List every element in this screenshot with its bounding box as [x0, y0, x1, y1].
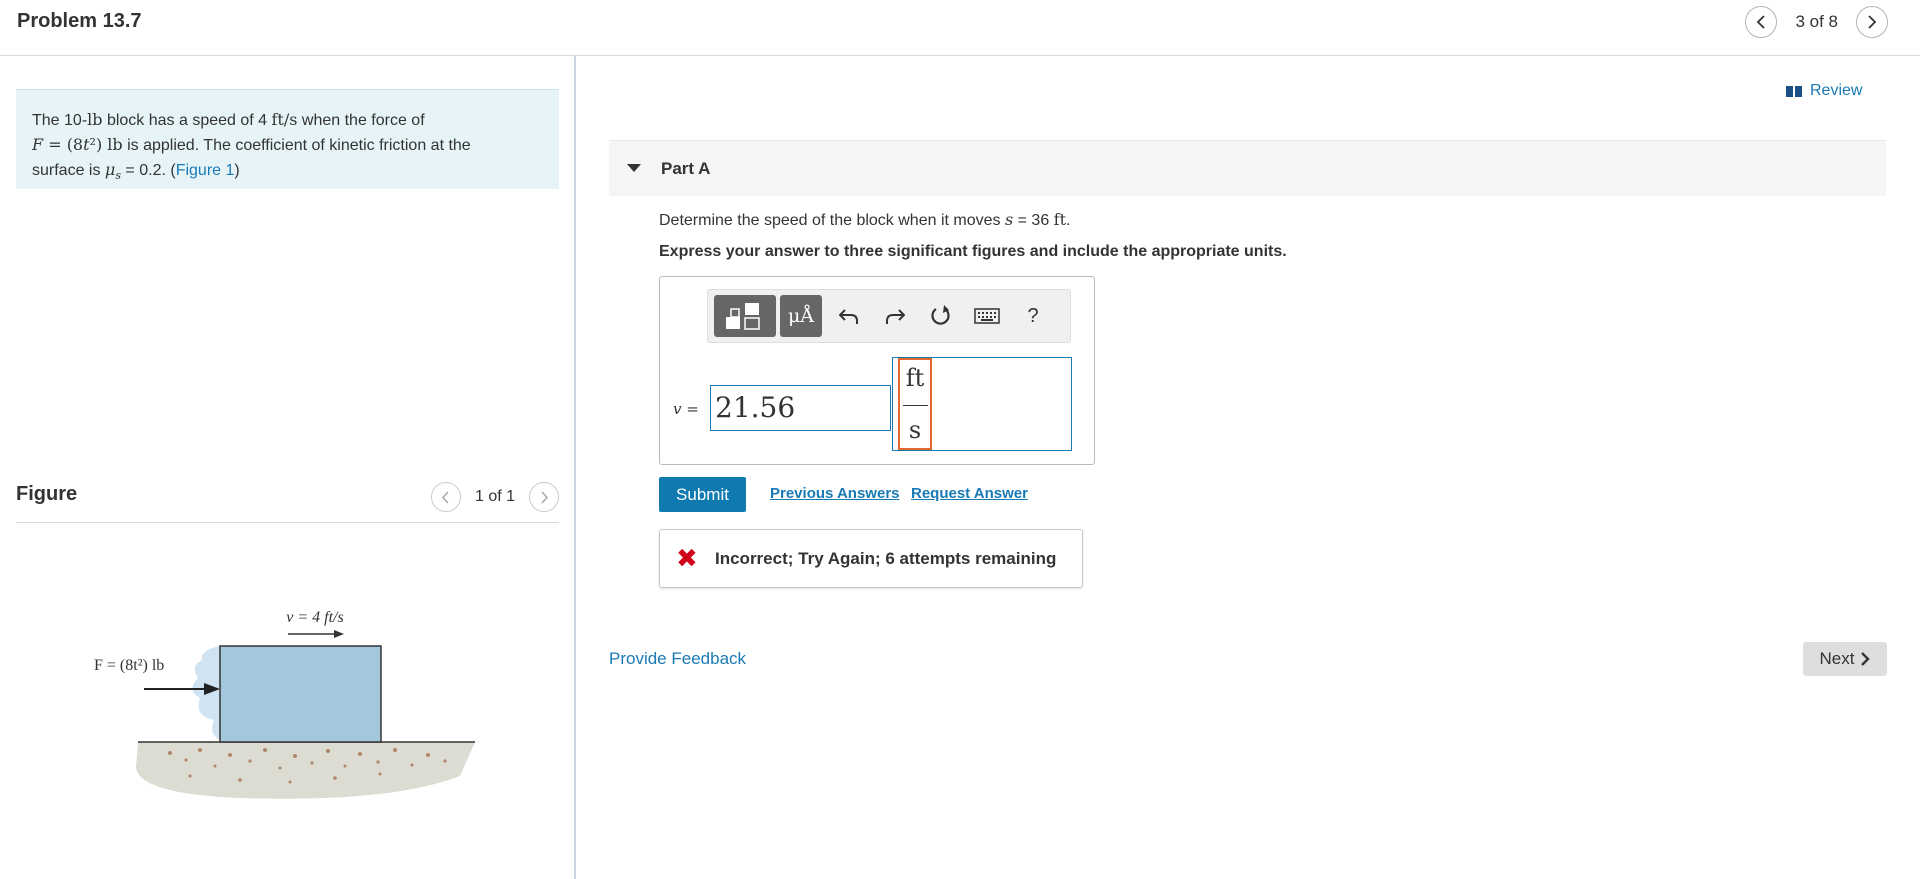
fraction-bar — [903, 405, 928, 406]
value-input[interactable]: 21.56 — [710, 385, 891, 431]
figure-link[interactable]: Figure 1 — [176, 162, 235, 179]
problem-text: block has a speed of 4 — [102, 112, 272, 129]
redo-button[interactable] — [872, 295, 918, 337]
templates-icon — [726, 303, 760, 330]
redo-icon — [886, 309, 905, 324]
problem-text: is applied. The coefficient of kinetic f… — [122, 137, 471, 154]
problem-text: ) — [234, 162, 240, 179]
problem-statement: The 10-lb block has a speed of 4 ft/s wh… — [16, 89, 559, 189]
answer-box: μÅ ? v = 21.56 ft s — [659, 276, 1095, 465]
units-input[interactable]: ft s — [892, 357, 1072, 451]
problem-math: lb — [87, 110, 103, 129]
variable-label-text: v = — [673, 400, 699, 418]
review-label: Review — [1810, 82, 1863, 99]
units-button[interactable]: μÅ — [780, 295, 822, 337]
question-part: = 36 — [1013, 212, 1054, 229]
question-math: s — [1004, 210, 1014, 229]
question-part: . — [1066, 212, 1071, 229]
previous-problem-button[interactable] — [1745, 6, 1778, 38]
next-button[interactable]: Next — [1803, 642, 1887, 676]
chevron-right-icon — [1868, 15, 1877, 29]
top-bar: Problem 13.7 3 of 8 — [0, 0, 1920, 56]
chevron-left-icon — [1757, 15, 1766, 29]
unit-fraction[interactable]: ft s — [898, 358, 932, 450]
part-a-header[interactable]: Part A — [609, 140, 1886, 196]
reset-button[interactable] — [918, 295, 964, 337]
chevron-right-icon — [1861, 652, 1871, 666]
problem-math: F — [32, 135, 44, 154]
review-link[interactable]: Review — [1786, 82, 1862, 100]
pager-text: 3 of 8 — [1795, 12, 1838, 31]
caret-down-icon[interactable] — [627, 164, 641, 172]
unit-numerator[interactable]: ft — [900, 364, 930, 392]
answer-instruction: Express your answer to three significant… — [659, 243, 1287, 260]
problem-line-3: surface is μs = 0.2. (Figure 1) — [32, 158, 559, 188]
figure-pager: 1 of 1 — [430, 482, 559, 512]
problem-math: ft/s — [271, 110, 298, 129]
next-label: Next — [1819, 649, 1855, 668]
chevron-right-icon — [540, 490, 548, 504]
problem-math: ²) lb — [89, 135, 123, 154]
question-text: Determine the speed of the block when it… — [659, 210, 1070, 230]
force-label: F = (8t²) lb — [94, 657, 164, 674]
problem-title: Problem 13.7 — [17, 10, 142, 32]
velocity-label: v = 4 ft/s — [286, 609, 343, 626]
velocity-arrowhead — [334, 630, 344, 638]
unit-denominator[interactable]: s — [900, 416, 930, 444]
problem-text: = 0.2. ( — [120, 162, 176, 179]
block — [219, 645, 382, 743]
part-title: Part A — [661, 159, 711, 178]
book-icon — [1786, 85, 1802, 97]
variable-label: v = — [673, 400, 699, 418]
problem-math: = (8 — [43, 135, 84, 154]
problem-line-2: F = (8t²) lb is applied. The coefficient… — [32, 133, 559, 158]
incorrect-icon: ✖ — [676, 543, 698, 573]
pane-divider[interactable] — [574, 56, 576, 879]
ground-surface — [136, 742, 475, 799]
problem-text: surface is — [32, 162, 105, 179]
figure-header: Figure 1 of 1 — [16, 478, 559, 523]
problem-line-1: The 10-lb block has a speed of 4 ft/s wh… — [32, 108, 559, 133]
figure-title: Figure — [16, 483, 78, 505]
feedback-text: Incorrect; Try Again; 6 attempts remaini… — [715, 549, 1057, 568]
templates-button[interactable] — [714, 295, 776, 337]
provide-feedback-link[interactable]: Provide Feedback — [609, 649, 746, 669]
problem-text: when the force of — [297, 112, 425, 129]
chevron-left-icon — [442, 490, 450, 504]
reset-icon — [931, 305, 950, 325]
help-button[interactable]: ? — [1010, 295, 1056, 337]
undo-icon — [839, 309, 858, 324]
undo-button[interactable] — [826, 295, 872, 337]
request-answer-link[interactable]: Request Answer — [911, 485, 1028, 502]
question-math: ft — [1053, 210, 1067, 229]
problem-math: μ — [104, 160, 116, 179]
question-part: Determine the speed of the block when it… — [659, 212, 1005, 229]
previous-figure-button[interactable] — [430, 482, 461, 512]
next-problem-button[interactable] — [1856, 6, 1888, 38]
submit-button[interactable]: Submit — [659, 477, 746, 512]
keyboard-button[interactable] — [964, 295, 1010, 337]
figure-pager-text: 1 of 1 — [474, 488, 515, 505]
previous-answers-link[interactable]: Previous Answers — [770, 485, 900, 502]
equation-toolbar: μÅ ? — [707, 289, 1071, 343]
feedback-message: ✖ Incorrect; Try Again; 6 attempts remai… — [659, 529, 1083, 588]
problem-pager: 3 of 8 — [1745, 6, 1888, 38]
next-figure-button[interactable] — [529, 482, 559, 512]
problem-text: The 10- — [32, 112, 88, 129]
block-friction-figure: v = 4 ft/s F = (8t²) lb — [94, 609, 475, 799]
keyboard-icon — [974, 308, 1000, 324]
